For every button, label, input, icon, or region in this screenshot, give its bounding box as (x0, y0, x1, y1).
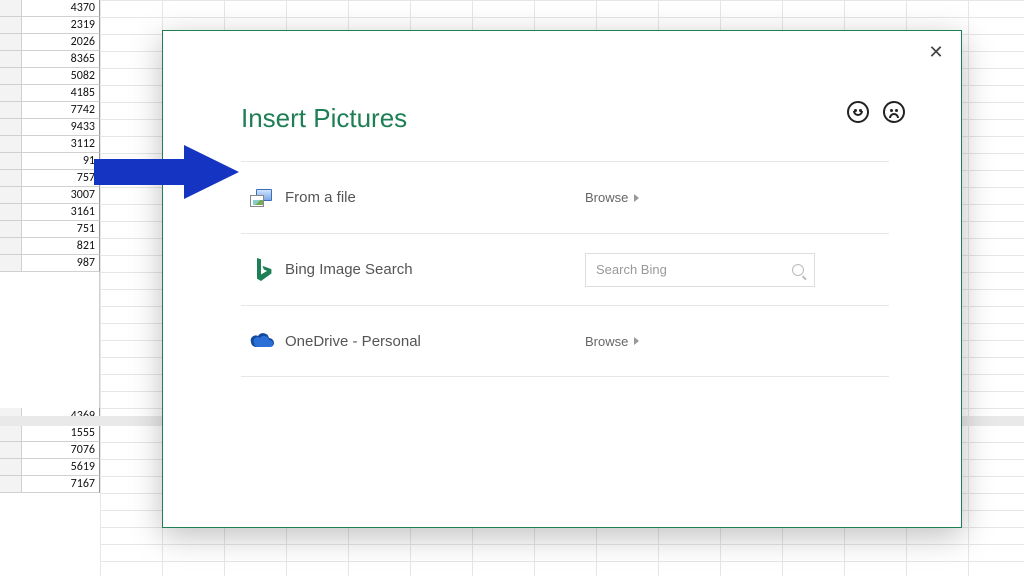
cell[interactable]: 8365 (22, 51, 100, 68)
option-from-file-label: From a file (285, 189, 585, 206)
cell[interactable]: 3161 (22, 204, 100, 221)
bing-search-input[interactable]: Search Bing (585, 253, 815, 287)
option-bing-label: Bing Image Search (285, 261, 585, 278)
browse-file-link[interactable]: Browse (585, 190, 639, 205)
onedrive-icon (241, 332, 285, 350)
cell[interactable]: 821 (22, 238, 100, 255)
bing-icon (241, 257, 285, 283)
feedback-sad-icon[interactable] (883, 101, 905, 123)
close-icon[interactable]: ✕ (925, 41, 947, 63)
cell[interactable]: 91 (22, 153, 100, 170)
feedback-happy-icon[interactable] (847, 101, 869, 123)
option-from-file[interactable]: From a file Browse (241, 161, 889, 233)
cell[interactable]: 2319 (22, 17, 100, 34)
cell[interactable]: 3112 (22, 136, 100, 153)
browse-onedrive-link[interactable]: Browse (585, 334, 639, 349)
cell[interactable]: 5082 (22, 68, 100, 85)
cell[interactable]: 5619 (22, 459, 100, 476)
cell[interactable]: 3007 (22, 187, 100, 204)
cell[interactable]: 757 (22, 170, 100, 187)
insert-options-list: From a file Browse Bing Image Search Sea… (241, 161, 889, 377)
feedback-faces (847, 101, 905, 123)
insert-pictures-dialog: ✕ Insert Pictures From a file Browse Bin… (162, 30, 962, 528)
cell[interactable]: 7167 (22, 476, 100, 493)
cell[interactable]: 1555 (22, 425, 100, 442)
cell[interactable]: 9433 (22, 119, 100, 136)
cell[interactable]: 4370 (22, 0, 100, 17)
option-onedrive-label: OneDrive - Personal (285, 333, 585, 350)
cell[interactable]: 987 (22, 255, 100, 272)
search-icon (792, 264, 804, 276)
bing-search-placeholder: Search Bing (596, 262, 667, 277)
dialog-title: Insert Pictures (241, 103, 407, 134)
cell[interactable]: 7076 (22, 442, 100, 459)
cell[interactable]: 7742 (22, 102, 100, 119)
cell[interactable]: 751 (22, 221, 100, 238)
cell[interactable]: 2026 (22, 34, 100, 51)
option-bing-search[interactable]: Bing Image Search Search Bing (241, 233, 889, 305)
option-onedrive[interactable]: OneDrive - Personal Browse (241, 305, 889, 377)
cell[interactable]: 4185 (22, 85, 100, 102)
file-icon (241, 187, 285, 209)
